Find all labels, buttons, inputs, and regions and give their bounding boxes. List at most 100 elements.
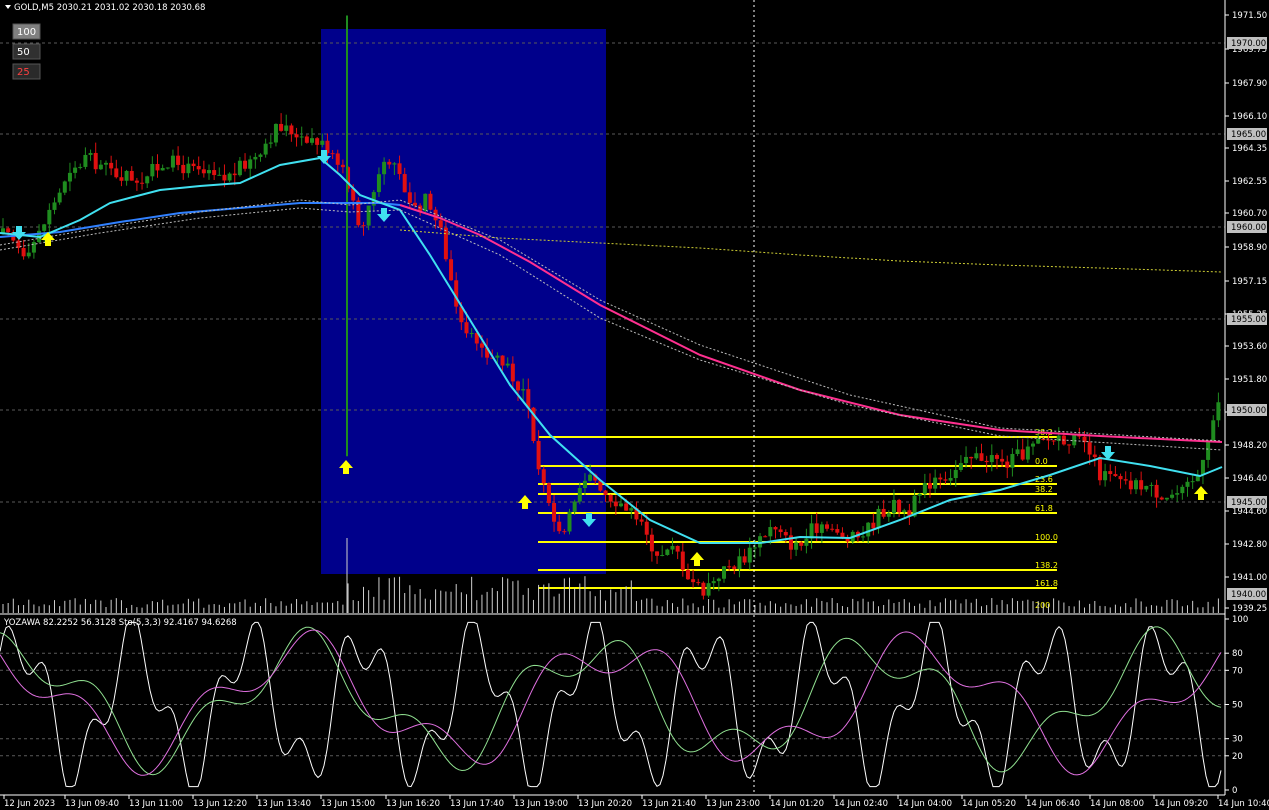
- candle-body: [979, 453, 984, 461]
- candle-body: [438, 220, 443, 228]
- candle-body: [1051, 440, 1056, 442]
- price-tick-label: 1962.55: [1232, 177, 1267, 187]
- candle-body: [675, 545, 680, 552]
- candle-body: [958, 463, 963, 470]
- candle-body: [124, 170, 129, 181]
- symbol-label: GOLD,M5 2030.21 2031.02 2030.18 2030.68: [14, 3, 205, 13]
- candle-body: [500, 355, 505, 366]
- candle-body: [722, 566, 726, 579]
- osc-tick-label: 100: [1232, 615, 1248, 625]
- time-tick-label: 14 Jun 01:20: [770, 799, 824, 809]
- candle-body: [670, 545, 675, 550]
- level-button-label: 50: [17, 47, 30, 58]
- candle-body: [83, 154, 88, 167]
- candle-body: [881, 508, 886, 517]
- candle-body: [891, 499, 896, 514]
- price-tick-label: 1942.80: [1232, 540, 1267, 550]
- candle-body: [922, 483, 927, 494]
- price-tick-label: 1960.70: [1232, 209, 1267, 219]
- candle-body: [299, 136, 304, 138]
- candle-body: [407, 192, 412, 203]
- price-tick-label: 1944.60: [1232, 507, 1267, 517]
- time-tick-label: 13 Jun 20:20: [578, 799, 632, 809]
- candle-body: [428, 193, 433, 210]
- candle-body: [1211, 420, 1216, 442]
- price-tick-label: 1957.15: [1232, 277, 1267, 287]
- candle-body: [335, 153, 340, 165]
- candle-body: [588, 474, 593, 481]
- fib-level-label: 138.2: [1035, 561, 1058, 570]
- candle-body: [706, 583, 711, 596]
- level-buttons[interactable]: 100 50 25: [12, 23, 41, 80]
- candle-body: [104, 162, 108, 165]
- chart-background: [0, 0, 1269, 810]
- time-tick-label: 13 Jun 13:40: [257, 799, 311, 809]
- candle-body: [289, 125, 294, 135]
- candle-body: [134, 180, 139, 183]
- osc-tick-label: 0: [1232, 786, 1237, 796]
- candle-body: [129, 170, 134, 181]
- chart-canvas[interactable]: 38.20.023.638.261.8100.0138.2161.8200 19…: [0, 0, 1269, 810]
- candle-body: [361, 225, 366, 227]
- candle-body: [1139, 480, 1144, 490]
- price-level-label: 1965.00: [1231, 130, 1266, 140]
- price-tick-label: 1941.00: [1232, 573, 1267, 583]
- time-tick-label: 13 Jun 17:40: [450, 799, 504, 809]
- candle-body: [464, 322, 469, 334]
- fib-level-label: 0.0: [1035, 457, 1048, 466]
- candle-body: [284, 125, 289, 131]
- time-tick-label: 14 Jun 02:40: [834, 799, 888, 809]
- candle-body: [155, 164, 160, 171]
- candle-body: [449, 259, 454, 281]
- candle-body: [217, 174, 222, 176]
- osc-tick-label: 30: [1232, 735, 1243, 745]
- candle-body: [196, 166, 201, 170]
- osc-tick-label: 80: [1232, 649, 1243, 659]
- candle-body: [557, 521, 562, 532]
- candle-body: [510, 363, 515, 382]
- candle-body: [629, 508, 634, 511]
- candle-body: [861, 536, 866, 538]
- candle-body: [840, 532, 845, 538]
- price-tick-label: 1939.25: [1232, 604, 1267, 614]
- candle-body: [953, 469, 958, 478]
- candle-body: [644, 521, 649, 535]
- candle-body: [541, 469, 546, 484]
- candle-body: [443, 227, 448, 260]
- candle-body: [397, 163, 402, 175]
- candle-body: [866, 522, 871, 537]
- price-level-label: 1940.00: [1231, 590, 1266, 600]
- candle-body: [253, 156, 258, 160]
- candle-body: [567, 511, 572, 532]
- fib-level-label: 161.8: [1035, 579, 1058, 588]
- candle-body: [552, 503, 557, 522]
- candle-body: [78, 166, 83, 168]
- candle-body: [258, 154, 263, 157]
- candle-body: [964, 456, 969, 464]
- candle-body: [67, 172, 72, 182]
- candle-body: [294, 134, 299, 138]
- candle-body: [577, 488, 582, 502]
- time-tick-label: 13 Jun 11:00: [129, 799, 183, 809]
- candle-body: [1000, 458, 1005, 462]
- candle-body: [897, 499, 902, 513]
- candle-body: [835, 529, 840, 533]
- candle-body: [969, 456, 974, 459]
- candle-body: [1154, 484, 1159, 498]
- candle-body: [88, 152, 93, 155]
- price-tick-label: 1946.40: [1232, 474, 1267, 484]
- candle-body: [948, 477, 953, 481]
- candle-body: [330, 153, 335, 155]
- candle-body: [31, 242, 36, 253]
- candle-body: [165, 167, 170, 169]
- chart-header: GOLD,M5 2030.21 2031.02 2030.18 2030.68: [5, 3, 205, 13]
- candle-body: [546, 483, 551, 504]
- osc-tick-label: 20: [1232, 752, 1243, 762]
- candle-body: [613, 501, 618, 507]
- candle-body: [680, 551, 685, 570]
- candle-body: [114, 168, 119, 178]
- candle-body: [902, 510, 907, 513]
- candle-body: [310, 138, 314, 143]
- candle-body: [150, 164, 155, 177]
- candle-body: [320, 140, 325, 145]
